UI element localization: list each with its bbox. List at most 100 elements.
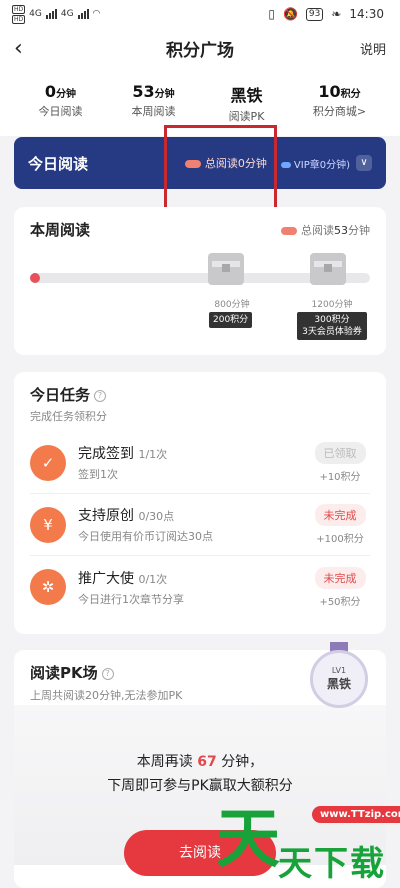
milestone-reward-badge: 300积分 3天会员体验券 <box>297 312 367 340</box>
stat-unit: 分钟 <box>56 89 77 100</box>
task-item-support-original: ¥ 支持原创 0/30点 今日使用有价币订阅达30点 未完成 +100积分 <box>30 494 370 556</box>
today-tasks-card: 今日任务? 完成任务领积分 ✓ 完成签到 1/1次 签到1次 已领取 +10积分… <box>14 372 386 634</box>
calendar-check-icon: ✓ <box>30 444 66 481</box>
task-desc: 今日使用有价币订阅达30点 <box>78 530 213 543</box>
stat-label: 积分商城> <box>312 105 367 118</box>
leaf-icon: ❧ <box>331 7 342 21</box>
pk-title: 阅读PK场 <box>30 664 98 682</box>
task-reward: +50积分 <box>319 596 361 608</box>
gift-chest-icon[interactable] <box>310 253 346 285</box>
status-left: HD HD 4G 4G ◠ <box>12 4 101 24</box>
vip-legend-dot <box>280 161 291 168</box>
signal-2-icon <box>77 9 89 19</box>
nav-bar: ‹ 积分广场 说明 <box>0 28 400 68</box>
task-desc: 今日进行1次章节分享 <box>78 592 184 606</box>
task-name: 完成签到 <box>78 446 134 462</box>
banner-vip-reading: VIP章0分钟) <box>280 156 350 171</box>
stat-value: 53 <box>132 82 155 101</box>
milestone-reward-badge: 200积分 <box>209 312 253 328</box>
chevron-left-icon[interactable]: ‹ <box>14 36 44 61</box>
task-claimed-button[interactable]: 已领取 <box>314 442 366 464</box>
milestone-reward-coupon: 3天会员体验券 <box>302 327 362 337</box>
status-bar: HD HD 4G 4G ◠ ▯ 🔕 93 ❧ 14:30 <box>0 0 400 28</box>
week-progress-track <box>30 253 370 285</box>
status-right: ▯ 🔕 93 ❧ 14:30 <box>268 7 384 21</box>
task-count: 0/1次 <box>138 572 168 586</box>
task-reward: +10积分 <box>319 472 361 483</box>
stat-unit: 积分 <box>340 89 361 100</box>
tasks-subtitle: 完成任务领积分 <box>30 410 107 423</box>
pk-msg-value: 67 <box>197 754 217 770</box>
milestone-minutes: 800分钟 <box>214 300 250 310</box>
milestone-reward-points: 300积分 <box>314 315 350 325</box>
stat-value: 10 <box>318 82 341 101</box>
total-legend-dot <box>281 226 297 235</box>
task-item-share: ✲ 推广大使 0/1次 今日进行1次章节分享 未完成 +50积分 <box>30 556 370 618</box>
tasks-title: 今日任务 <box>30 386 91 404</box>
pk-message: 本周再读 67 分钟， 下周即可参与PK赢取大额积分 <box>14 750 386 798</box>
watermark-logo: 天 <box>216 803 280 877</box>
site-watermark: 天 www.TTzip.com 天下载 <box>216 800 400 884</box>
week-total-value: 53 <box>334 223 348 237</box>
stat-value: 黑铁 <box>230 86 263 105</box>
vibrate-icon: ▯ <box>268 7 275 21</box>
stat-label: 本周阅读 <box>131 105 176 118</box>
medal-level: LV1 <box>331 666 347 675</box>
question-icon[interactable]: ? <box>94 389 107 402</box>
medal-name: 黑铁 <box>326 677 351 691</box>
stat-week-reading[interactable]: 53分钟 本周阅读 <box>107 82 200 124</box>
stat-label: 今日阅读 <box>38 105 83 118</box>
task-incomplete-button[interactable]: 未完成 <box>314 504 366 526</box>
stat-label: 阅读PK <box>228 110 265 123</box>
week-title: 本周阅读 <box>30 221 91 239</box>
watermark-text: 天下载 <box>278 844 386 884</box>
mute-bell-icon: 🔕 <box>282 7 298 21</box>
pk-msg-suffix: 分钟， <box>221 754 264 770</box>
sim2-badge: HD <box>12 14 26 24</box>
task-count: 1/1次 <box>138 448 168 461</box>
stat-value: 0 <box>44 82 57 101</box>
task-desc: 签到1次 <box>78 468 118 481</box>
task-list: ✓ 完成签到 1/1次 签到1次 已领取 +10积分 ¥ 支持原创 0/30点 … <box>30 432 370 618</box>
pk-msg-prefix: 本周再读 <box>136 754 193 770</box>
task-name: 支持原创 <box>78 508 134 524</box>
sim-indicators: HD HD <box>12 4 26 24</box>
tasks-title-row: 今日任务? <box>30 384 370 405</box>
sim1-badge: HD <box>12 4 26 14</box>
stat-points-mall[interactable]: 10积分 积分商城> <box>293 82 386 124</box>
highlight-annotation-box <box>164 125 277 217</box>
wifi-icon: ◠ <box>92 9 101 19</box>
clock-time: 14:30 <box>349 7 384 21</box>
task-incomplete-button[interactable]: 未完成 <box>314 566 366 589</box>
yen-coin-icon: ¥ <box>30 506 66 543</box>
week-progress-fill <box>30 273 41 283</box>
signal-icon <box>45 9 57 19</box>
stat-reading-pk[interactable]: 黑铁 阅读PK <box>200 82 293 124</box>
network-type: 4G <box>29 9 42 19</box>
medal-icon: LV1 黑铁 <box>310 650 368 708</box>
milestone-minutes: 1200分钟 <box>311 300 353 310</box>
week-total-unit: 分钟 <box>348 223 370 237</box>
network-type-2: 4G <box>60 9 74 19</box>
task-item-checkin: ✓ 完成签到 1/1次 签到1次 已领取 +10积分 <box>30 432 370 494</box>
task-name: 推广大使 <box>78 570 134 587</box>
watermark-url: www.TTzip.com <box>312 806 400 823</box>
banner-title: 今日阅读 <box>28 154 89 173</box>
medal-badge: LV1 黑铁 <box>306 642 372 720</box>
task-count: 0/30点 <box>138 510 175 523</box>
week-reading-card: 本周阅读 总阅读53分钟 800分钟 200积分 1200分钟 300积分 3天… <box>14 207 386 355</box>
battery-icon: 93 <box>305 7 324 21</box>
chevron-down-icon[interactable]: ∨ <box>356 155 372 171</box>
banner-vip-label: VIP章0分钟) <box>293 159 350 171</box>
gift-chest-icon[interactable] <box>208 253 244 285</box>
help-link[interactable]: 说明 <box>356 39 386 58</box>
stat-today-reading[interactable]: 0分钟 今日阅读 <box>14 82 107 124</box>
task-reward: +100积分 <box>316 534 364 545</box>
week-total: 总阅读53分钟 <box>281 222 370 238</box>
share-icon: ✲ <box>30 569 66 605</box>
page-title: 积分广场 <box>166 40 234 61</box>
question-icon[interactable]: ? <box>101 667 114 680</box>
stat-unit: 分钟 <box>154 89 175 100</box>
pk-msg-line2: 下周即可参与PK赢取大额积分 <box>107 778 293 794</box>
week-total-prefix: 总阅读 <box>301 223 334 237</box>
